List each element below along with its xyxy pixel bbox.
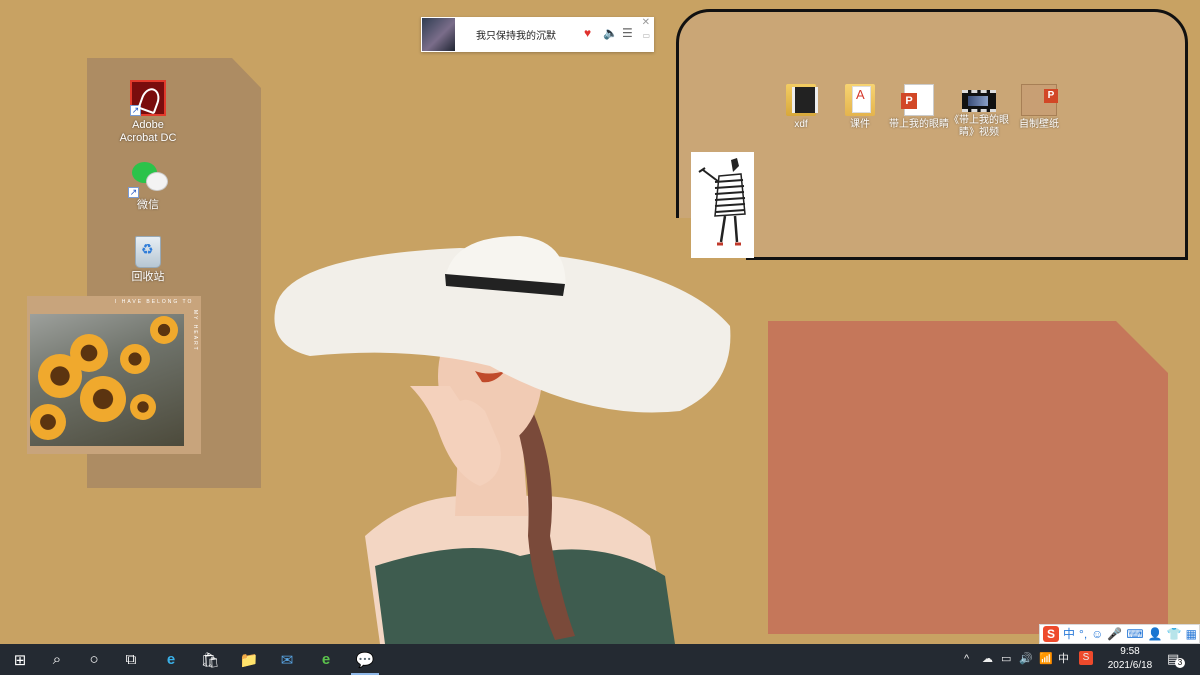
clock[interactable]: 9:58 2021/6/18 bbox=[1104, 645, 1156, 673]
desktop-icon-recycle-bin[interactable]: 回收站 bbox=[108, 236, 188, 284]
notification-center-icon[interactable]: ▤ 3 bbox=[1167, 651, 1185, 668]
browser-360-icon[interactable]: e bbox=[306, 644, 346, 675]
ime-tray-icon[interactable]: 中 bbox=[1058, 651, 1069, 667]
file-explorer-icon[interactable]: 📁 bbox=[229, 644, 269, 675]
orange-decor-panel bbox=[768, 321, 1168, 634]
wechat-taskbar-icon[interactable]: 💬 bbox=[345, 644, 385, 675]
album-cover[interactable] bbox=[422, 18, 455, 51]
song-title: 我只保持我的沉默 bbox=[476, 31, 556, 42]
cortana-icon[interactable]: ○ bbox=[74, 644, 114, 675]
emoji-icon[interactable]: ☺ bbox=[1091, 626, 1103, 642]
task-view-icon[interactable]: ⧉ bbox=[111, 644, 151, 675]
file-label: xdf bbox=[794, 119, 808, 130]
tray-chevron-icon[interactable]: ^ bbox=[964, 651, 969, 667]
desktop: ↗ Adobe Acrobat DC ↗ 微信 回收站 xdf 课件 带上我的眼… bbox=[0, 0, 1200, 644]
pptx-file-icon bbox=[901, 84, 934, 116]
heart-icon[interactable]: ♥ bbox=[584, 25, 591, 41]
acrobat-icon: ↗ bbox=[130, 80, 166, 116]
ime-lang-toggle[interactable]: 中 bbox=[1063, 626, 1075, 642]
ime-punct-toggle[interactable]: °, bbox=[1079, 626, 1087, 642]
sunflower-photo bbox=[30, 314, 184, 446]
taskbar: ⊞ ⌕ ○ ⧉ e 🛍 📁 ✉ e 💬 ^ ☁ ▭ 🔊 📶 中 S 9:58 2… bbox=[0, 644, 1200, 675]
pdf-folder-icon bbox=[845, 84, 875, 116]
recycle-bin-icon bbox=[135, 236, 161, 268]
file-label: 《带上我的眼睛》视频 bbox=[949, 115, 1009, 138]
wifi-icon[interactable]: 📶 bbox=[1039, 651, 1053, 667]
file-icon-xdf[interactable]: xdf bbox=[768, 84, 834, 131]
file-icon-kejian[interactable]: 课件 bbox=[827, 84, 893, 131]
search-icon[interactable]: ⌕ bbox=[37, 644, 77, 675]
playlist-icon[interactable]: ☰ bbox=[622, 25, 633, 41]
file-label: 自制壁纸 bbox=[1019, 119, 1059, 130]
desktop-icon-acrobat[interactable]: ↗ Adobe Acrobat DC bbox=[108, 80, 188, 145]
desktop-icon-label: Adobe Acrobat DC bbox=[119, 119, 177, 144]
keyboard-icon[interactable]: ⌨ bbox=[1126, 626, 1143, 642]
sunflower-photo-widget: I HAVE BELONG TO MY HEART bbox=[27, 296, 201, 454]
clock-time: 9:58 bbox=[1120, 646, 1140, 657]
photo-caption: I HAVE BELONG TO bbox=[115, 299, 194, 305]
file-icon-wallpaper[interactable]: 自制壁纸 bbox=[1006, 84, 1072, 131]
pptx-wallpaper-icon bbox=[1021, 84, 1058, 116]
hat-woman-illustration bbox=[270, 236, 740, 644]
file-label: 带上我的眼睛 bbox=[889, 119, 949, 130]
file-icon-video[interactable]: 《带上我的眼睛》视频 bbox=[946, 84, 1012, 139]
user-icon[interactable]: 👤 bbox=[1148, 626, 1163, 642]
photo-side-caption: MY HEART bbox=[192, 310, 198, 352]
minimize-icon[interactable]: ▭ bbox=[642, 31, 650, 40]
sogou-logo-icon[interactable]: S bbox=[1043, 626, 1059, 642]
folder-icon bbox=[786, 84, 818, 116]
desktop-icon-label: 回收站 bbox=[131, 271, 165, 283]
notification-count: 3 bbox=[1175, 658, 1185, 668]
close-icon[interactable]: ✕ bbox=[642, 17, 650, 28]
mic-icon[interactable]: 🎤 bbox=[1107, 626, 1122, 642]
volume-icon[interactable]: 🔊 bbox=[1019, 651, 1033, 667]
music-player-widget[interactable]: 我只保持我的沉默 ♥ 🔈 ☰ ✕ ▭ bbox=[421, 17, 654, 52]
start-button[interactable]: ⊞ bbox=[0, 644, 40, 675]
desktop-icon-label: 微信 bbox=[137, 199, 159, 211]
clock-date: 2021/6/18 bbox=[1107, 660, 1153, 671]
video-file-icon bbox=[962, 90, 996, 112]
skin-icon[interactable]: 👕 bbox=[1167, 626, 1182, 642]
desktop-icon-wechat[interactable]: ↗ 微信 bbox=[108, 160, 188, 212]
edge-icon[interactable]: e bbox=[151, 644, 191, 675]
store-icon[interactable]: 🛍 bbox=[190, 644, 230, 675]
grid-icon[interactable]: ▦ bbox=[1186, 626, 1197, 642]
speaker-icon[interactable]: 🔈 bbox=[603, 25, 618, 41]
file-label: 课件 bbox=[850, 119, 870, 130]
file-icon-pptx[interactable]: 带上我的眼睛 bbox=[886, 84, 952, 131]
wechat-icon: ↗ bbox=[128, 160, 168, 198]
mail-icon[interactable]: ✉ bbox=[267, 644, 307, 675]
ime-toolbar[interactable]: S 中 °, ☺ 🎤 ⌨ 👤 👕 ▦ bbox=[1039, 624, 1200, 644]
sogou-tray-icon[interactable]: S bbox=[1079, 651, 1093, 665]
battery-icon[interactable]: ▭ bbox=[1001, 651, 1011, 667]
network-error-icon[interactable]: ☁ bbox=[982, 651, 993, 667]
